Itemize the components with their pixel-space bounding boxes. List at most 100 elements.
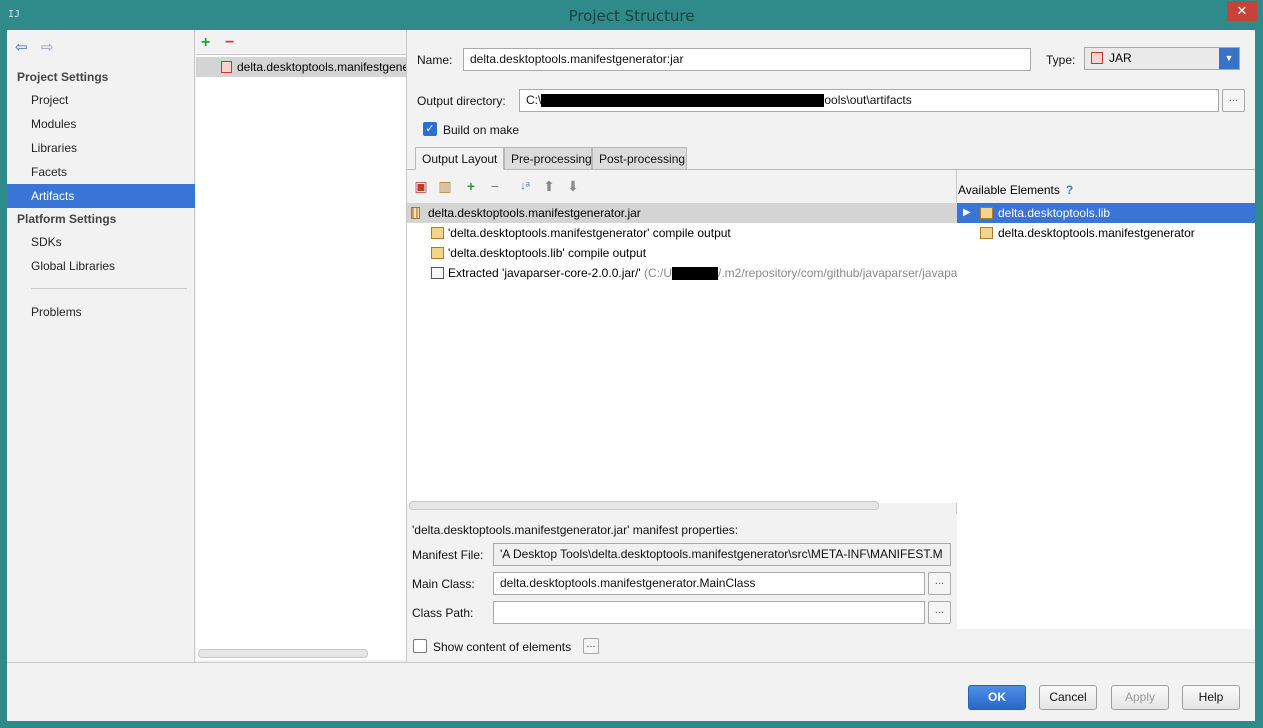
move-up-icon[interactable]: ⬆ — [541, 178, 557, 194]
available-elements-title: Available Elements — [958, 183, 1060, 197]
redacted-block — [541, 94, 825, 108]
browse-class-path-button[interactable]: ... — [928, 601, 951, 624]
archive-icon[interactable]: ▥ — [437, 178, 453, 194]
tree-row[interactable]: Extracted 'javaparser-core-2.0.0.jar/' (… — [407, 263, 957, 283]
tab-output-layout[interactable]: Output Layout — [415, 147, 504, 170]
show-content-options-button[interactable]: ... — [583, 638, 599, 654]
tab-post-processing[interactable]: Post-processing — [592, 147, 687, 170]
extracted-icon — [431, 267, 444, 279]
type-label: Type: — [1046, 53, 1076, 67]
apply-button[interactable]: Apply — [1111, 685, 1169, 710]
output-path-suffix: ools\out\artifacts — [824, 93, 912, 107]
project-settings-heading: Project Settings — [17, 70, 109, 84]
tree-row-label: 'delta.desktoptools.lib' compile output — [448, 246, 647, 260]
dialog-footer: OK Cancel Apply Help — [7, 662, 1255, 721]
output-directory-field[interactable]: C:\ ools\out\artifacts — [519, 89, 1219, 112]
artifact-list-scrollbar[interactable] — [198, 649, 368, 658]
sidebar-item-sdks[interactable]: SDKs — [7, 230, 195, 254]
dialog-body: ⇦ ⇨ Project Settings Project Modules Libr… — [7, 30, 1255, 721]
tree-root-row[interactable]: delta.desktoptools.manifestgenerator.jar — [407, 203, 957, 223]
chevron-down-icon[interactable]: ▼ — [1219, 48, 1239, 69]
output-path-prefix: C:\ — [526, 93, 542, 107]
layout-tree: delta.desktoptools.manifestgenerator.jar… — [407, 203, 957, 510]
tree-row-label: 'delta.desktoptools.manifestgenerator' c… — [448, 226, 731, 240]
back-arrow-icon[interactable]: ⇦ — [15, 38, 33, 56]
name-field[interactable]: delta.desktoptools.manifestgenerator:jar — [463, 48, 1031, 71]
manifest-file-field[interactable]: 'A Desktop Tools\delta.desktoptools.mani… — [493, 543, 951, 566]
tree-row-label: Extracted 'javaparser-core-2.0.0.jar/' — [448, 266, 641, 280]
sidebar-divider — [31, 288, 187, 289]
sidebar-item-modules[interactable]: Modules — [7, 112, 195, 136]
main-class-label: Main Class: — [412, 577, 475, 591]
class-path-label: Class Path: — [412, 606, 474, 620]
redacted-block — [672, 267, 719, 281]
jar-artifact-icon — [221, 61, 232, 73]
output-layout-pane: ▣ ▥ + − ↓ᵃ ⬆ ⬇ delta.desktoptools.manife… — [407, 170, 957, 514]
build-on-make-checkbox[interactable]: ✓ — [423, 122, 437, 136]
manifest-title: 'delta.desktoptools.manifestgenerator.ja… — [412, 523, 739, 537]
sidebar-item-global-libraries[interactable]: Global Libraries — [7, 254, 195, 278]
available-item-label: delta.desktoptools.manifestgenerator — [998, 226, 1195, 240]
help-button[interactable]: Help — [1182, 685, 1240, 710]
help-icon[interactable]: ? — [1066, 183, 1073, 197]
move-down-icon[interactable]: ⬇ — [565, 178, 581, 194]
sidebar-item-problems[interactable]: Problems — [7, 300, 195, 324]
available-item-label: delta.desktoptools.lib — [998, 206, 1111, 220]
available-elements-header: Available Elements? — [957, 170, 1255, 203]
tab-pre-processing[interactable]: Pre-processing — [504, 147, 592, 170]
show-content-label: Show content of elements — [433, 640, 572, 654]
manifest-file-label: Manifest File: — [412, 548, 484, 562]
title-bar: IJ Project Structure ✕ — [0, 0, 1263, 30]
available-elements-list: ▶ delta.desktoptools.lib delta.desktopto… — [957, 203, 1255, 629]
jar-icon — [411, 207, 420, 219]
artifact-list-item[interactable]: delta.desktoptools.manifestgenerator:jar — [196, 57, 406, 77]
artifact-list: delta.desktoptools.manifestgenerator:jar — [196, 54, 406, 660]
add-artifact-icon[interactable]: + — [201, 34, 219, 52]
folder-icon — [431, 247, 444, 259]
artifact-detail-panel: Name: delta.desktoptools.manifestgenerat… — [407, 30, 1255, 662]
sidebar-item-artifacts[interactable]: Artifacts — [7, 184, 195, 208]
available-item[interactable]: ▶ delta.desktoptools.lib — [957, 203, 1255, 223]
tree-root-label: delta.desktoptools.manifestgenerator.jar — [428, 206, 641, 220]
available-item[interactable]: delta.desktoptools.manifestgenerator — [957, 223, 1255, 243]
window-title: Project Structure — [568, 7, 695, 25]
type-select[interactable]: JAR ▼ — [1084, 47, 1240, 70]
add-icon[interactable]: + — [463, 178, 479, 194]
main-class-field[interactable]: delta.desktoptools.manifestgenerator.Mai… — [493, 572, 925, 595]
project-structure-window: IJ Project Structure ✕ ⇦ ⇨ Project Settin… — [0, 0, 1263, 728]
forward-arrow-icon[interactable]: ⇨ — [41, 38, 59, 56]
name-label: Name: — [417, 53, 453, 67]
jar-type-icon — [1091, 52, 1103, 64]
build-on-make-label: Build on make — [443, 123, 520, 137]
new-folder-icon[interactable]: ▣ — [413, 178, 429, 194]
close-button[interactable]: ✕ — [1227, 1, 1257, 21]
output-directory-label: Output directory: — [417, 94, 506, 108]
folder-icon — [431, 227, 444, 239]
remove-icon[interactable]: − — [487, 178, 503, 194]
tree-row[interactable]: 'delta.desktoptools.manifestgenerator' c… — [407, 223, 957, 243]
sidebar-item-facets[interactable]: Facets — [7, 160, 195, 184]
remove-artifact-icon[interactable]: − — [225, 34, 243, 52]
module-folder-icon — [980, 207, 993, 219]
settings-sidebar: ⇦ ⇨ Project Settings Project Modules Libr… — [7, 30, 195, 662]
class-path-field[interactable] — [493, 601, 925, 624]
sidebar-item-project[interactable]: Project — [7, 88, 195, 112]
platform-settings-heading: Platform Settings — [17, 212, 117, 226]
cancel-button[interactable]: Cancel — [1039, 685, 1097, 710]
module-folder-icon — [980, 227, 993, 239]
sidebar-item-libraries[interactable]: Libraries — [7, 136, 195, 160]
browse-output-button[interactable]: ... — [1222, 89, 1245, 112]
tree-row-path-suffix: /.m2/repository/com/github/javaparser/ja… — [718, 266, 957, 280]
tree-row[interactable]: 'delta.desktoptools.lib' compile output — [407, 243, 957, 263]
sort-icon[interactable]: ↓ᵃ — [517, 178, 533, 194]
available-elements-pane: Available Elements? ▶ delta.desktoptools… — [957, 170, 1255, 629]
type-select-value: JAR — [1109, 51, 1132, 65]
show-content-checkbox[interactable] — [413, 639, 427, 653]
browse-main-class-button[interactable]: ... — [928, 572, 951, 595]
ok-button[interactable]: OK — [968, 685, 1026, 710]
layout-tree-scrollbar[interactable] — [409, 501, 879, 510]
manifest-properties-pane: 'delta.desktoptools.manifestgenerator.ja… — [407, 514, 957, 662]
expand-triangle-icon[interactable]: ▶ — [963, 203, 971, 223]
artifact-name: delta.desktoptools.manifestgenerator:jar — [237, 60, 406, 74]
tree-row-path-prefix: (C:/U — [644, 266, 673, 280]
